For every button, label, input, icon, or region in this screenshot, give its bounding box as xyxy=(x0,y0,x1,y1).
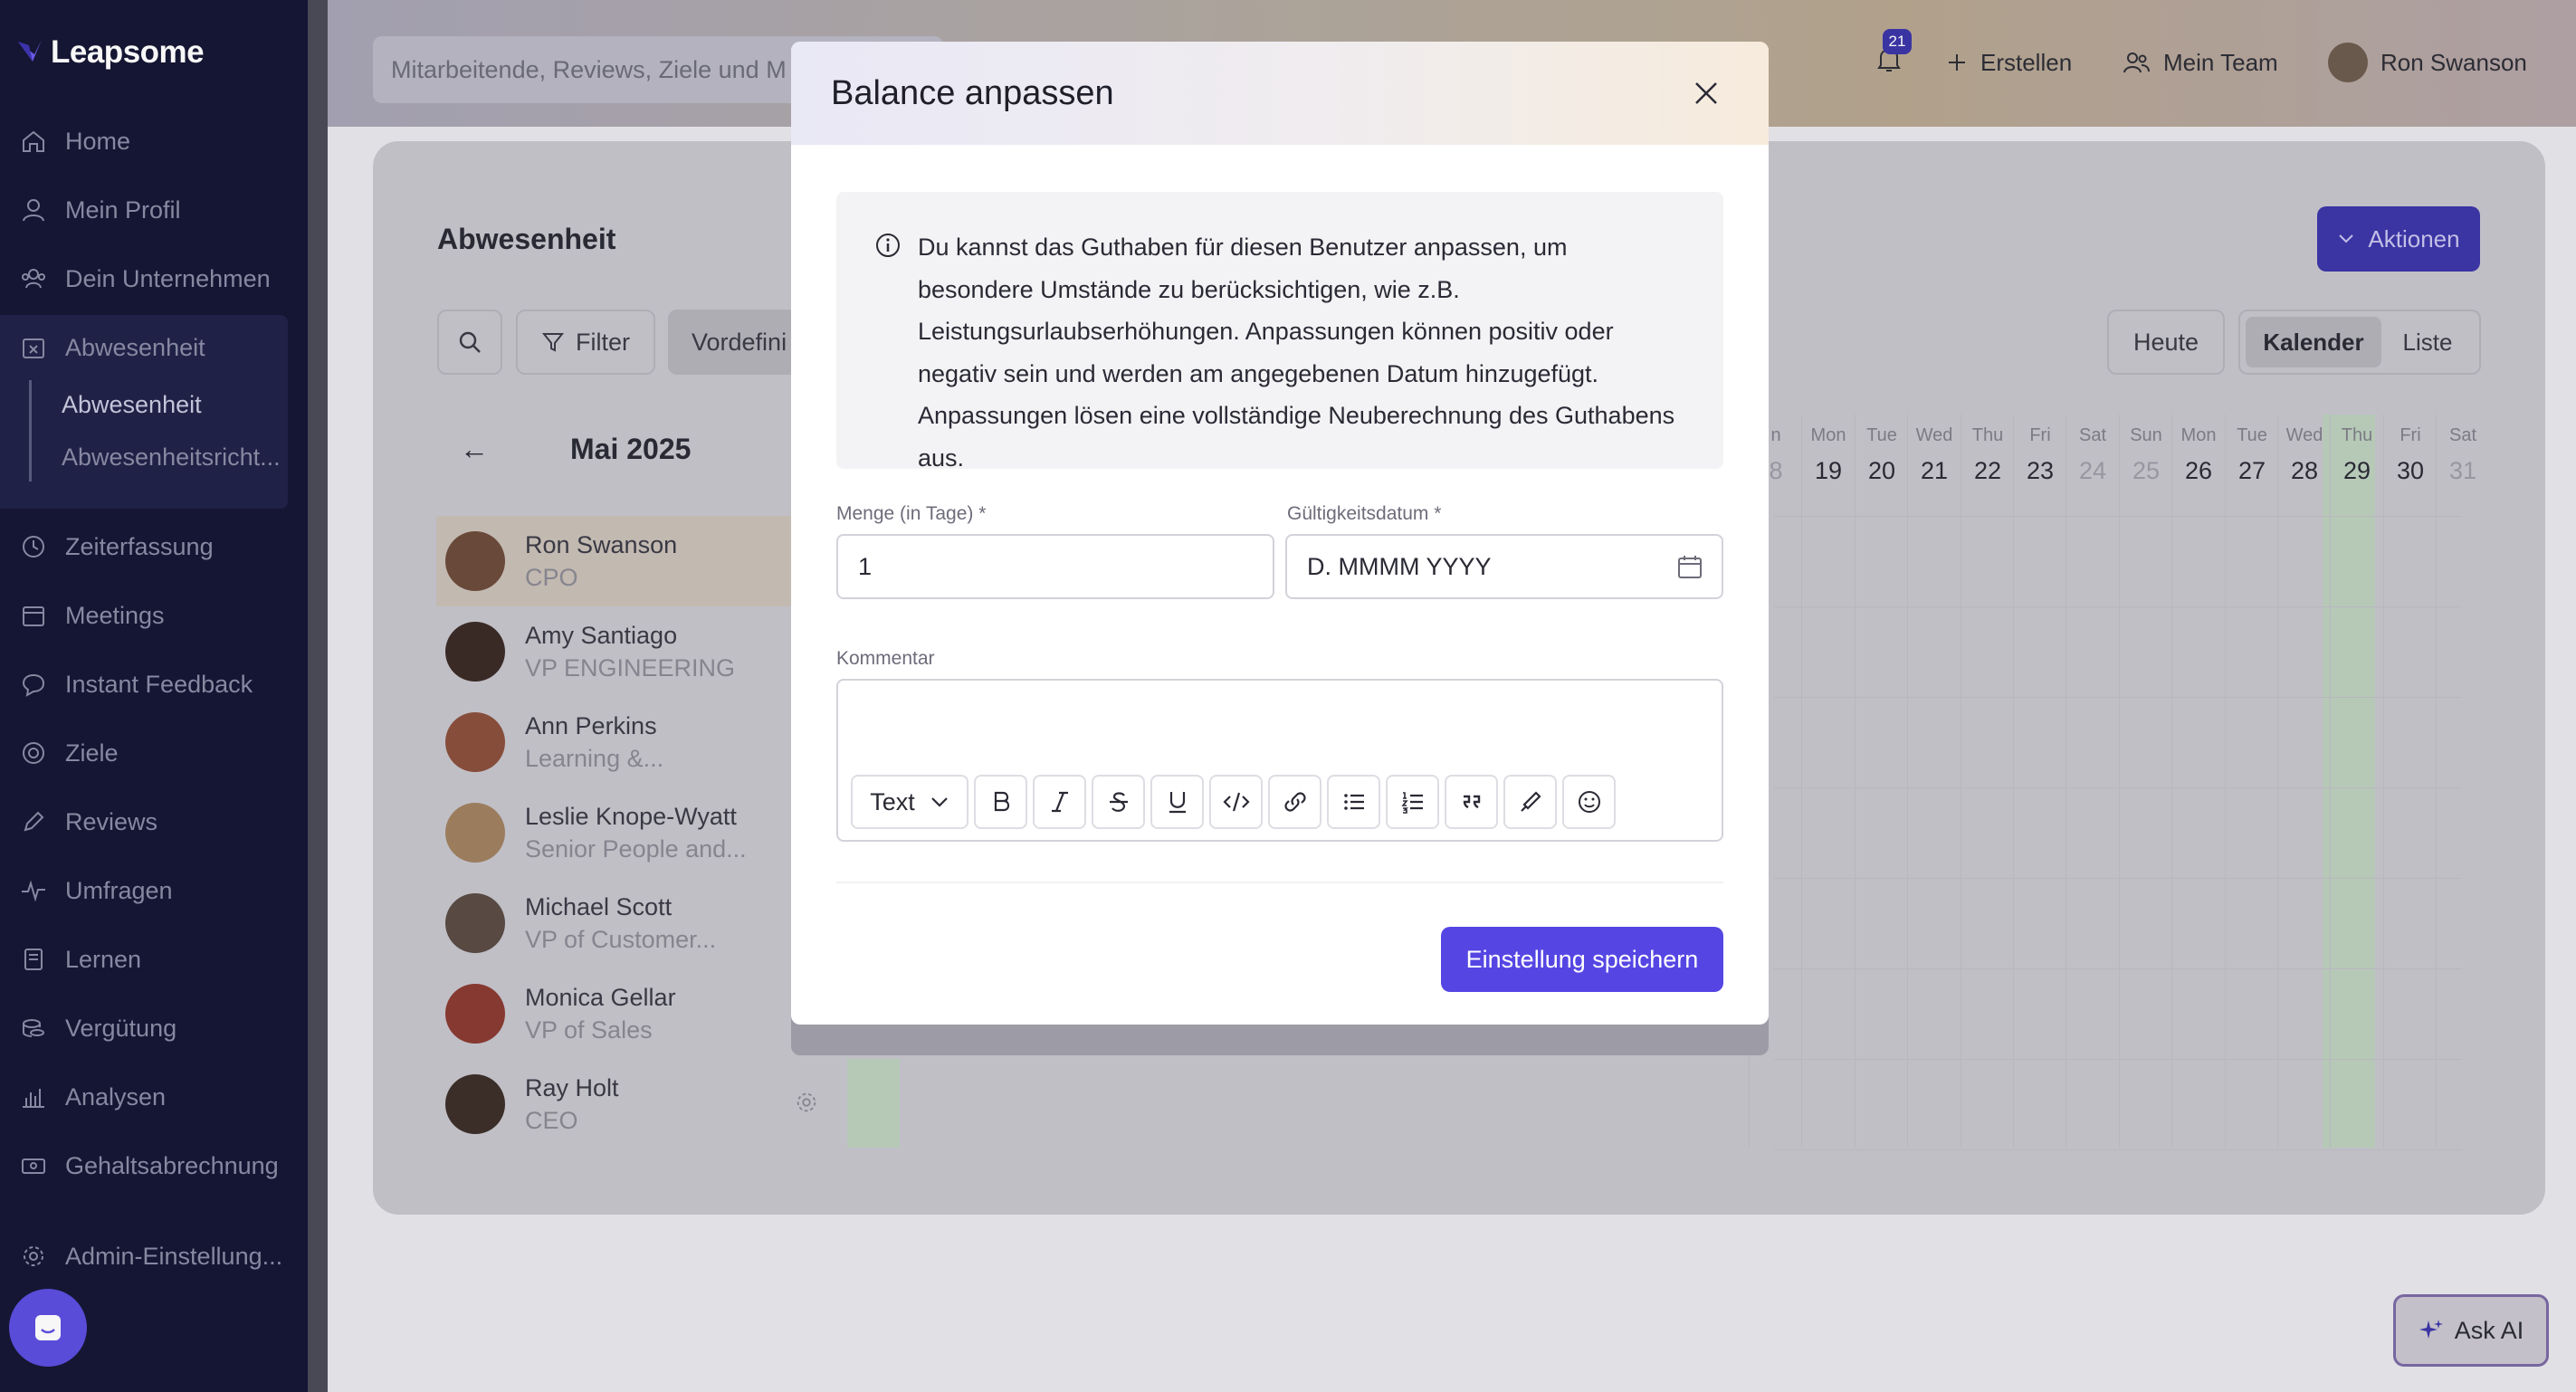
highlighter-icon xyxy=(1520,791,1541,812)
info-text: Du kannst das Guthaben für diesen Benutz… xyxy=(918,234,1675,472)
italic-icon xyxy=(1051,791,1068,813)
amount-label: Menge (in Tage) * xyxy=(836,503,987,524)
date-input[interactable]: D. MMMM YYYY xyxy=(1285,534,1723,599)
emoji-button[interactable] xyxy=(1562,775,1616,829)
bullet-list-button[interactable] xyxy=(1327,775,1380,829)
bold-button[interactable] xyxy=(974,775,1027,829)
code-button[interactable] xyxy=(1209,775,1263,829)
comment-editor[interactable]: Text xyxy=(836,679,1723,842)
date-label: Gültigkeitsdatum * xyxy=(1287,503,1442,524)
editor-toolbar: Text xyxy=(851,775,1616,829)
italic-button[interactable] xyxy=(1033,775,1086,829)
date-placeholder: D. MMMM YYYY xyxy=(1307,552,1492,580)
chevron-down-icon xyxy=(930,797,948,807)
numbered-list-icon xyxy=(1400,792,1423,814)
calendar-icon[interactable] xyxy=(1676,554,1703,581)
quote-icon xyxy=(1463,795,1480,809)
info-box: Du kannst das Guthaben für diesen Benutz… xyxy=(836,192,1723,472)
modal-divider xyxy=(836,882,1723,883)
bold-icon xyxy=(994,791,1009,812)
underline-icon xyxy=(1169,792,1186,814)
underline-button[interactable] xyxy=(1150,775,1204,829)
emoji-icon xyxy=(1578,791,1600,813)
info-icon xyxy=(876,234,900,257)
code-icon xyxy=(1222,792,1250,812)
close-icon[interactable] xyxy=(1687,74,1725,112)
modal-title: Balance anpassen xyxy=(831,73,1114,112)
quote-button[interactable] xyxy=(1445,775,1498,829)
balance-modal: Balance anpassen Du kannst das Guthaben … xyxy=(791,42,1769,1025)
comment-label: Kommentar xyxy=(836,648,935,669)
highlight-button[interactable] xyxy=(1503,775,1557,829)
modal-header: Balance anpassen xyxy=(791,42,1769,145)
amount-input[interactable]: 1 xyxy=(836,534,1274,599)
text-style-select[interactable]: Text xyxy=(851,775,968,829)
link-icon xyxy=(1283,792,1306,812)
text-style-label: Text xyxy=(870,787,915,815)
strikethrough-button[interactable] xyxy=(1092,775,1145,829)
amount-value: 1 xyxy=(858,552,873,580)
strikethrough-icon xyxy=(1109,792,1128,812)
bullet-list-icon xyxy=(1343,794,1364,810)
save-settings-button[interactable]: Einstellung speichern xyxy=(1441,927,1723,992)
link-button[interactable] xyxy=(1268,775,1321,829)
numbered-list-button[interactable] xyxy=(1386,775,1439,829)
